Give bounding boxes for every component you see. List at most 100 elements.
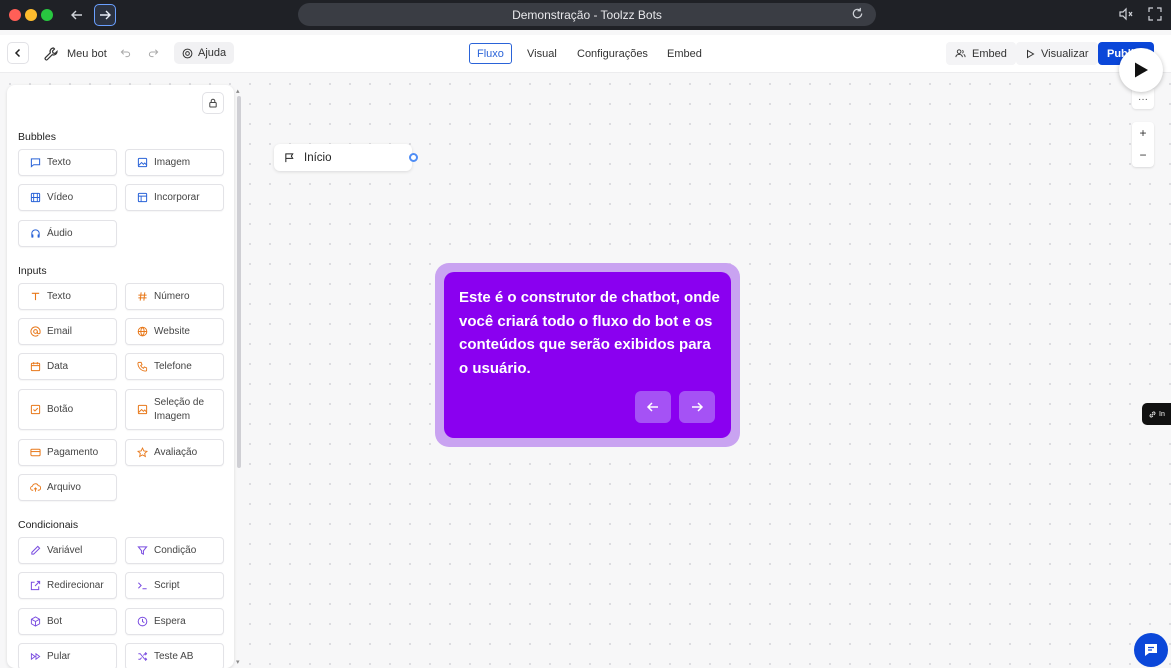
tab-visual[interactable]: Visual	[520, 43, 564, 64]
browser-forward-button[interactable]	[94, 4, 116, 26]
lock-sidebar-button[interactable]	[202, 92, 224, 114]
block-input-rating[interactable]: Avaliação	[125, 439, 224, 466]
sidebar-scrollbar[interactable]	[237, 96, 241, 468]
block-logic-jump[interactable]: Pular	[18, 643, 117, 668]
side-tag-label: In	[1159, 410, 1165, 418]
headphones-icon	[29, 228, 41, 240]
bot-name-field[interactable]: Meu bot	[43, 46, 107, 62]
section-title-bubbles: Bubbles	[18, 131, 56, 143]
start-node-connector[interactable]	[409, 153, 418, 162]
tour-previous-button[interactable]	[635, 391, 671, 423]
block-label: Website	[154, 326, 190, 337]
block-input-text[interactable]: Texto	[18, 283, 117, 310]
block-bubble-audio[interactable]: Áudio	[18, 220, 117, 247]
block-label: Email	[47, 326, 73, 337]
block-logic-script[interactable]: Script	[125, 572, 224, 599]
block-label: Espera	[154, 616, 186, 627]
address-bar[interactable]: Demonstração - Toolzz Bots	[298, 3, 876, 26]
block-logic-condition[interactable]: Condição	[125, 537, 224, 564]
block-label: Script	[154, 580, 180, 591]
block-label: Texto	[47, 157, 71, 168]
block-label: Número	[154, 291, 190, 302]
mute-icon[interactable]	[1118, 6, 1134, 27]
embed-button[interactable]: Embed	[946, 42, 1016, 65]
block-input-file[interactable]: Arquivo	[18, 474, 117, 501]
film-icon	[29, 192, 41, 204]
preview-label: Visualizar	[1041, 47, 1089, 60]
block-input-date[interactable]: Data	[18, 353, 117, 380]
embed-label: Embed	[972, 47, 1007, 60]
block-logic-ab-test[interactable]: Teste AB	[125, 643, 224, 668]
block-input-payment[interactable]: Pagamento	[18, 439, 117, 466]
link-icon	[1149, 411, 1156, 417]
tour-message: Este é o construtor de chatbot, onde voc…	[459, 289, 720, 377]
block-bubble-text[interactable]: Texto	[18, 149, 117, 176]
checkbox-icon	[29, 404, 41, 416]
scroll-up-icon[interactable]: ▴	[236, 87, 240, 95]
block-label: Avaliação	[154, 447, 198, 458]
play-outline-icon	[1027, 49, 1035, 58]
preview-button[interactable]: Visualizar	[1016, 42, 1098, 65]
tour-popup: Este é o construtor de chatbot, onde voc…	[444, 272, 731, 438]
zoom-out-button[interactable]: −	[1132, 144, 1154, 166]
block-input-website[interactable]: Website	[125, 318, 224, 345]
zoom-in-button[interactable]: +	[1132, 122, 1154, 144]
clock-icon	[136, 616, 148, 628]
back-button[interactable]	[7, 42, 29, 64]
scroll-down-icon[interactable]: ▾	[236, 658, 240, 666]
block-label: Condição	[154, 545, 197, 556]
block-logic-bot[interactable]: Bot	[18, 608, 117, 635]
block-label: Arquivo	[47, 482, 81, 493]
help-button[interactable]: Ajuda	[174, 42, 235, 64]
chat-icon	[1145, 644, 1157, 656]
block-bubble-video[interactable]: Vídeo	[18, 184, 117, 211]
image-icon	[136, 157, 148, 169]
block-label: Bot	[47, 616, 63, 627]
layout-icon	[136, 192, 148, 204]
support-chat-button[interactable]	[1134, 633, 1168, 667]
tab-settings[interactable]: Configurações	[570, 43, 655, 64]
browser-back-button[interactable]	[66, 4, 88, 26]
redo-icon[interactable]	[148, 47, 159, 58]
block-input-email[interactable]: Email	[18, 318, 117, 345]
block-label: Incorporar	[154, 192, 200, 203]
more-options-button[interactable]: ···	[1132, 89, 1154, 109]
maximize-window-button[interactable]	[41, 9, 53, 21]
minimize-window-button[interactable]	[25, 9, 37, 21]
play-tour-button[interactable]	[1119, 48, 1163, 92]
terminal-icon	[136, 580, 148, 592]
block-logic-wait[interactable]: Espera	[125, 608, 224, 635]
block-label: Botão	[47, 404, 74, 415]
block-input-phone[interactable]: Telefone	[125, 353, 224, 380]
block-logic-variable[interactable]: Variável	[18, 537, 117, 564]
tour-next-button[interactable]	[679, 391, 715, 423]
block-input-number[interactable]: Número	[125, 283, 224, 310]
play-icon	[1135, 62, 1148, 78]
pencil-icon	[29, 545, 41, 557]
browser-titlebar: Demonstração - Toolzz Bots	[0, 0, 1171, 30]
block-label: Pular	[47, 651, 71, 662]
shuffle-icon	[136, 651, 148, 663]
block-bubble-image[interactable]: Imagem	[125, 149, 224, 176]
users-icon	[955, 49, 966, 58]
tab-flow[interactable]: Fluxo	[469, 43, 512, 64]
close-window-button[interactable]	[9, 9, 21, 21]
page-title: Demonstração - Toolzz Bots	[512, 7, 662, 22]
reload-icon[interactable]	[851, 7, 864, 23]
side-tag[interactable]: In	[1142, 403, 1171, 425]
hash-icon	[136, 291, 148, 303]
block-input-image-choice[interactable]: Seleção de Imagem	[125, 389, 224, 430]
block-logic-redirect[interactable]: Redirecionar	[18, 572, 117, 599]
fullscreen-icon[interactable]	[1147, 6, 1163, 27]
app-header: Meu bot Ajuda Fluxo Visual Configurações…	[0, 35, 1171, 73]
start-node[interactable]: Início	[274, 144, 412, 171]
arrow-left-icon	[71, 10, 82, 20]
tab-embed[interactable]: Embed	[660, 43, 709, 64]
block-bubble-embed[interactable]: Incorporar	[125, 184, 224, 211]
chevron-left-icon	[14, 48, 21, 58]
flag-icon	[285, 153, 294, 163]
globe-icon	[136, 326, 148, 338]
undo-icon[interactable]	[120, 47, 131, 58]
block-label: Imagem	[154, 157, 191, 168]
block-input-button[interactable]: Botão	[18, 389, 117, 430]
